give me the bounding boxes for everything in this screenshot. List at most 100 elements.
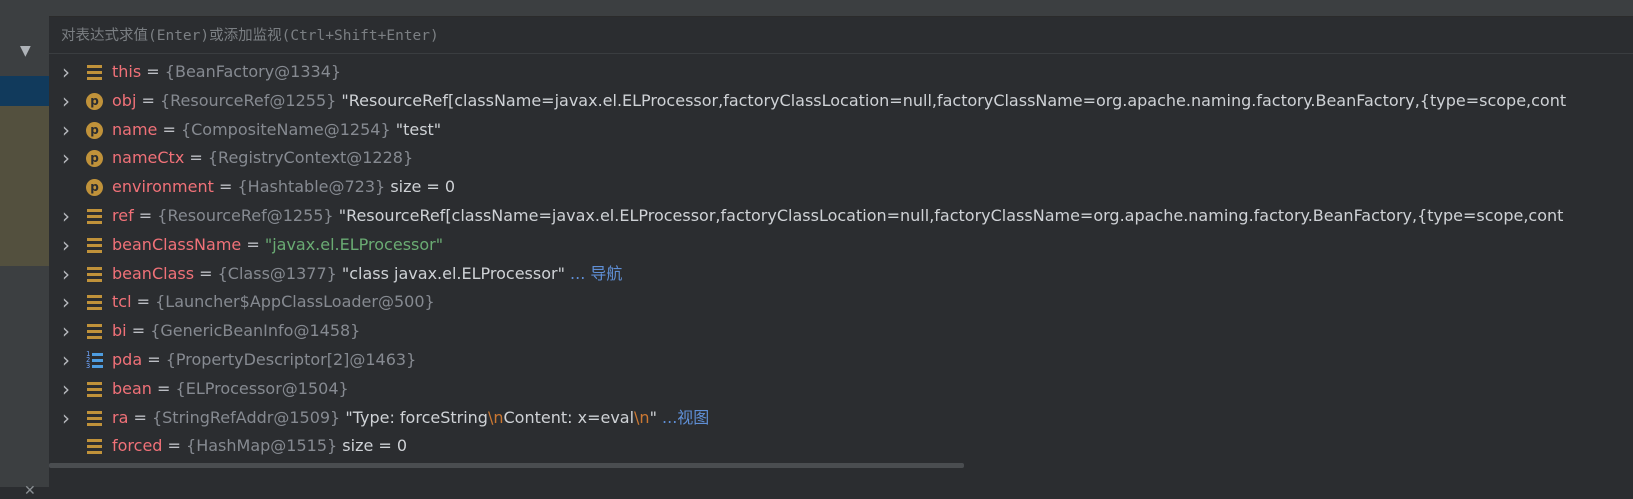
variable-type: {ResourceRef@1255} — [157, 205, 334, 225]
chevron-right-icon[interactable]: › — [59, 116, 73, 145]
variable-value: Content: x=eval — [503, 407, 635, 427]
evaluate-expression-bar — [49, 17, 1633, 54]
parameter-icon: p — [86, 92, 103, 110]
equals-sign: = — [157, 119, 181, 139]
variable-type: {StringRefAddr@1509} — [151, 407, 341, 427]
array-icon-digit: 3 — [86, 361, 91, 370]
variable-row[interactable]: › p nameCtx = {RegistryContext@1228} — [49, 144, 1633, 173]
variable-type: {Launcher$AppClassLoader@500} — [155, 292, 435, 312]
chevron-right-icon[interactable]: › — [59, 58, 73, 87]
variable-text: bi = {GenericBeanInfo@1458} — [112, 317, 360, 346]
field-icon — [87, 439, 102, 455]
field-icon — [87, 266, 102, 282]
variable-text: obj = {ResourceRef@1255} "ResourceRef[cl… — [112, 87, 1566, 116]
variable-row[interactable]: › beanClass = {Class@1377} "class javax.e… — [49, 260, 1633, 289]
equals-sign: = — [213, 177, 238, 197]
variable-name: name — [112, 119, 158, 139]
chevron-right-icon[interactable]: › — [59, 404, 73, 433]
variable-type: {CompositeName@1254} — [180, 119, 391, 139]
variable-row[interactable]: › beanClassName = "javax.el.ELProcessor" — [49, 231, 1633, 260]
chevron-right-icon[interactable]: › — [59, 87, 73, 116]
variable-name: nameCtx — [112, 148, 185, 168]
variable-text: beanClassName = "javax.el.ELProcessor" — [112, 231, 443, 260]
variable-row[interactable]: › bean = {ELProcessor@1504} — [49, 375, 1633, 404]
chevron-right-icon[interactable]: › — [59, 317, 73, 346]
variable-row[interactable]: › p name = {CompositeName@1254} "test" — [49, 116, 1633, 145]
chevron-right-icon[interactable]: › — [59, 144, 73, 173]
equals-sign: = — [194, 263, 218, 283]
evaluate-expression-input[interactable] — [61, 25, 1621, 47]
variable-type: {HashMap@1515} — [186, 436, 338, 456]
variable-text: environment = {Hashtable@723} size = 0 — [112, 173, 455, 202]
variable-value: "class javax.el.ELProcessor" — [341, 263, 565, 283]
close-icon[interactable]: ✕ — [24, 484, 36, 498]
variable-name: tcl — [112, 292, 132, 312]
variable-link[interactable]: ... 导航 — [570, 264, 622, 283]
selected-frame[interactable] — [0, 76, 49, 106]
variable-text: bean = {ELProcessor@1504} — [112, 375, 349, 404]
variable-name: beanClassName — [112, 234, 242, 254]
variable-text: ra = {StringRefAddr@1509} "Type: forceSt… — [112, 404, 709, 433]
variable-text: ref = {ResourceRef@1255} "ResourceRef[cl… — [112, 202, 1563, 231]
field-icon — [87, 237, 102, 253]
variable-value: "ResourceRef[className=javax.el.ELProces… — [341, 90, 1567, 110]
variable-type: {BeanFactory@1334} — [164, 62, 342, 81]
variable-row[interactable]: › 1 2 3 pda = {PropertyDescriptor[2]@1463} — [49, 346, 1633, 375]
variable-value: "ResourceRef[className=javax.el.ELProces… — [338, 205, 1564, 225]
variable-type: {ELProcessor@1504} — [175, 378, 349, 398]
frames-panel-strip: ▼ ✕ — [0, 16, 49, 498]
variable-type: {PropertyDescriptor[2]@1463} — [165, 349, 417, 369]
variable-name: obj — [112, 90, 137, 110]
variable-row[interactable]: › ra = {StringRefAddr@1509} "Type: forceS… — [49, 404, 1633, 433]
variable-text: tcl = {Launcher$AppClassLoader@500} — [112, 288, 435, 317]
escape-sequence: \n — [487, 407, 504, 427]
variable-row[interactable]: p environment = {Hashtable@723} size = 0 — [49, 173, 1633, 202]
chevron-right-icon[interactable]: › — [59, 375, 73, 404]
chevron-right-icon[interactable]: › — [59, 346, 73, 375]
parameter-icon: p — [86, 121, 103, 139]
variable-type: {GenericBeanInfo@1458} — [150, 321, 361, 341]
top-toolbar — [0, 0, 1633, 17]
escape-sequence: \n — [634, 407, 650, 427]
variable-name: bean — [112, 378, 152, 398]
variable-text: pda = {PropertyDescriptor[2]@1463} — [112, 346, 416, 375]
array-icon-bar — [92, 358, 103, 362]
variable-link[interactable]: ...视图 — [662, 408, 709, 427]
variable-type: {Hashtable@723} — [237, 177, 386, 197]
horizontal-scrollbar[interactable] — [49, 463, 964, 468]
variable-row[interactable]: › this = {BeanFactory@1334} — [49, 58, 1633, 87]
parameter-icon: p — [86, 179, 103, 197]
chevron-right-icon[interactable]: › — [59, 231, 73, 260]
variable-type: {RegistryContext@1228} — [207, 148, 414, 168]
variable-value: "javax.el.ELProcessor" — [264, 234, 444, 254]
variable-value: " — [649, 407, 657, 427]
variable-text: nameCtx = {RegistryContext@1228} — [112, 144, 413, 173]
equals-sign: = — [131, 292, 156, 312]
variable-row[interactable]: › ref = {ResourceRef@1255} "ResourceRef[c… — [49, 202, 1633, 231]
variable-name: beanClass — [112, 263, 195, 283]
equals-sign: = — [184, 148, 208, 168]
variable-value: size = 0 — [390, 177, 456, 197]
chevron-right-icon[interactable]: › — [59, 288, 73, 317]
array-icon: 123 — [86, 350, 103, 370]
chevron-right-icon[interactable]: › — [59, 260, 73, 289]
equals-sign: = — [136, 90, 160, 110]
chevron-right-icon[interactable]: › — [59, 202, 73, 231]
variable-name: this — [112, 62, 142, 81]
chevron-down-icon[interactable]: ▼ — [20, 43, 31, 59]
variable-value: size = 0 — [342, 436, 408, 456]
variable-text: name = {CompositeName@1254} "test" — [112, 116, 441, 145]
variable-value: "Type: forceString — [345, 407, 488, 427]
equals-sign: = — [162, 436, 187, 456]
variable-type: {ResourceRef@1255} — [159, 90, 337, 110]
variable-text: forced = {HashMap@1515} size = 0 — [112, 432, 407, 461]
equals-sign: = — [151, 378, 176, 398]
variable-name: environment — [112, 177, 214, 197]
variable-row[interactable]: forced = {HashMap@1515} size = 0 — [49, 432, 1633, 461]
variable-row[interactable]: › tcl = {Launcher$AppClassLoader@500} — [49, 288, 1633, 317]
variable-row[interactable]: › bi = {GenericBeanInfo@1458} — [49, 317, 1633, 346]
variable-row[interactable]: › p obj = {ResourceRef@1255} "ResourceRef[… — [49, 87, 1633, 116]
array-icon-bar — [92, 364, 103, 368]
field-icon — [87, 295, 102, 311]
field-icon — [87, 410, 102, 426]
